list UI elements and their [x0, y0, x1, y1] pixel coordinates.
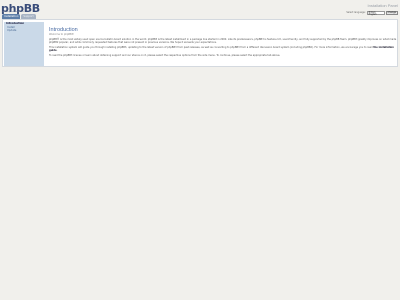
install-paragraph-text: This installation system will guide you …	[49, 46, 374, 49]
license-paragraph: To read the phpBB3 license or learn abou…	[49, 54, 281, 57]
language-select[interactable]: British English	[366, 10, 385, 15]
intro-paragraph: phpBB® is the most widely used open sour…	[49, 38, 397, 44]
install-paragraph-end: .	[56, 49, 58, 52]
change-language-button[interactable]: Change	[385, 10, 398, 15]
panel-title: Installation Panel	[367, 3, 398, 8]
content-area: Introduction Welcome to phpBB3! phpBB® i…	[49, 27, 397, 59]
page-subtitle: Welcome to phpBB3!	[49, 33, 75, 36]
main-panel: Introduction Install Update Introduction…	[2, 19, 398, 67]
install-paragraph: This installation system will guide you …	[49, 46, 397, 52]
language-selector: Select language: British English Change	[346, 10, 398, 15]
language-label: Select language:	[346, 11, 366, 14]
sidebar: Introduction Install Update	[4, 22, 44, 66]
logo-tagline: creating communities	[2, 11, 24, 13]
sidebar-item-update[interactable]: Update	[4, 29, 44, 33]
